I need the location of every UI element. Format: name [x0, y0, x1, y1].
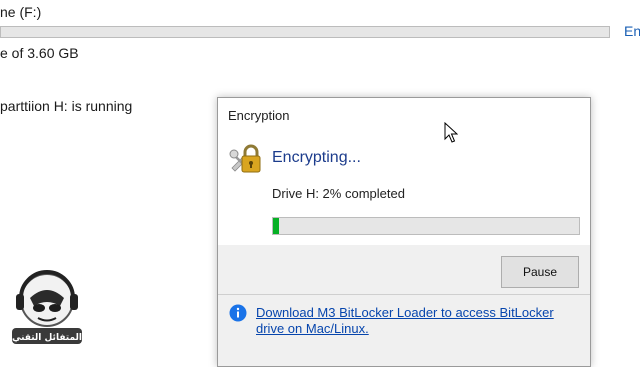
- encryption-status-heading: Encrypting...: [272, 149, 361, 166]
- dialog-divider: [218, 294, 590, 295]
- drive-capacity-label: e of 3.60 GB: [0, 45, 79, 61]
- encryption-dialog: Encryption Encrypting... Drive H: 2% com…: [217, 97, 591, 367]
- progress-bar-fill: [273, 218, 280, 234]
- dialog-title: Encryption: [228, 108, 290, 123]
- drive-usage-bar: [0, 26, 610, 38]
- progress-text: Drive H: 2% completed: [272, 186, 405, 201]
- info-icon: [229, 304, 247, 322]
- channel-logo-watermark: المتفائل التقني: [12, 270, 82, 344]
- pause-button[interactable]: Pause: [501, 256, 579, 288]
- mouse-pointer-icon: [444, 122, 458, 143]
- svg-text:المتفائل التقني: المتفائل التقني: [12, 333, 82, 343]
- drive-name-label: ne (F:): [0, 4, 42, 20]
- encryption-progress-bar: [272, 217, 580, 235]
- download-loader-link[interactable]: Download M3 BitLocker Loader to access B…: [256, 305, 566, 337]
- lock-with-keys-icon: [229, 144, 261, 173]
- partition-status-label: parttiion H: is running: [0, 98, 133, 114]
- background-link[interactable]: En: [624, 23, 640, 39]
